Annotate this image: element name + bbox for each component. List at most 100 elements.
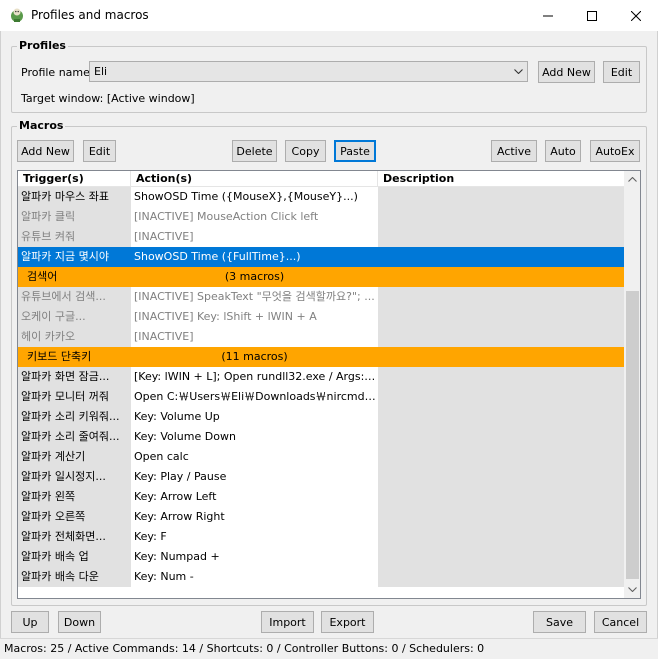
description-cell <box>378 327 624 347</box>
action-cell: [INACTIVE] SpeakText "무엇을 검색할까요?"; ... <box>134 290 375 303</box>
table-row[interactable]: 알파카 계산기 Open calc <box>18 447 624 467</box>
column-header-description[interactable]: Description <box>378 171 624 187</box>
profiles-group-label: Profiles <box>17 39 68 52</box>
save-button[interactable]: Save <box>533 611 586 633</box>
table-row[interactable]: 알파카 일시정지... Key: Play / Pause <box>18 467 624 487</box>
trigger-cell: 알파카 전체화면... <box>18 527 131 547</box>
description-cell <box>378 207 624 227</box>
macro-list-header: Trigger(s) Action(s) Description <box>18 171 624 187</box>
action-cell: [INACTIVE] MouseAction Click left <box>134 210 319 223</box>
vertical-scrollbar[interactable] <box>624 171 640 598</box>
maximize-button[interactable] <box>570 0 614 31</box>
app-icon <box>9 7 25 23</box>
trigger-cell: 알파카 마우스 좌표 <box>18 187 131 207</box>
profile-edit-button[interactable]: Edit <box>603 61 640 83</box>
move-down-button[interactable]: Down <box>58 611 101 633</box>
profile-name-label: Profile name <box>21 66 90 79</box>
action-cell: Open C:￦Users￦Eli￦Downloads￦nircmd-x64..… <box>134 390 378 403</box>
trigger-cell: 헤이 카카오 <box>18 327 131 347</box>
trigger-cell: 알파카 오른쪽 <box>18 507 131 527</box>
close-icon <box>631 10 641 21</box>
scroll-up-icon[interactable] <box>624 171 640 188</box>
macro-autoex-button[interactable]: AutoEx <box>590 140 640 162</box>
table-row[interactable]: 알파카 모니터 꺼줘 Open C:￦Users￦Eli￦Downloads￦ni… <box>18 387 624 407</box>
close-button[interactable] <box>614 0 658 31</box>
macro-copy-button[interactable]: Copy <box>285 140 326 162</box>
trigger-cell: 알파카 일시정지... <box>18 467 131 487</box>
description-cell <box>378 527 624 547</box>
table-row[interactable]: 알파카 전체화면... Key: F <box>18 527 624 547</box>
action-cell: Key: Arrow Right <box>134 510 225 523</box>
macro-delete-button[interactable]: Delete <box>232 140 277 162</box>
table-row[interactable]: 유튜브 켜줘 [INACTIVE] <box>18 227 624 247</box>
description-cell <box>378 487 624 507</box>
trigger-cell: 검색어 <box>27 270 58 283</box>
table-row[interactable]: 알파카 오른쪽 Key: Arrow Right <box>18 507 624 527</box>
chevron-down-icon <box>509 62 527 81</box>
title-bar: Profiles and macros <box>0 0 658 31</box>
table-row[interactable]: 알파카 배속 다운 Key: Num - <box>18 567 624 587</box>
macro-add-new-button[interactable]: Add New <box>17 140 74 162</box>
table-row[interactable]: 오케이 구글... [INACTIVE] Key: lShift + lWIN +… <box>18 307 624 327</box>
action-cell: [Key: lWIN + L]; Open rundll32.exe / Arg… <box>134 370 378 383</box>
macro-group-row[interactable]: 키보드 단축키 (11 macros) <box>18 347 624 367</box>
trigger-cell: 알파카 소리 키워줘... <box>18 407 131 427</box>
action-cell: Key: Volume Down <box>134 430 236 443</box>
action-cell: [INACTIVE] <box>134 330 194 343</box>
description-cell <box>378 247 624 267</box>
action-cell: Key: Numpad + <box>134 550 220 563</box>
macro-auto-button[interactable]: Auto <box>545 140 581 162</box>
macro-active-button[interactable]: Active <box>491 140 537 162</box>
scrollbar-thumb[interactable] <box>626 291 639 579</box>
action-cell: Key: Volume Up <box>134 410 220 423</box>
description-cell <box>378 447 624 467</box>
column-header-triggers[interactable]: Trigger(s) <box>18 171 131 187</box>
description-cell <box>378 347 624 367</box>
action-cell: [INACTIVE] <box>134 230 194 243</box>
table-row[interactable]: 알파카 지금 몇시야 ShowOSD Time ({FullTime}...) <box>18 247 624 267</box>
import-button[interactable]: Import <box>261 611 314 633</box>
action-cell: Key: Arrow Left <box>134 490 217 503</box>
profile-add-new-button[interactable]: Add New <box>538 61 595 83</box>
table-row[interactable]: 알파카 배속 업 Key: Numpad + <box>18 547 624 567</box>
profile-select-value: Eli <box>94 65 108 78</box>
description-cell <box>378 367 624 387</box>
minimize-icon <box>543 15 553 16</box>
macro-edit-button[interactable]: Edit <box>83 140 116 162</box>
description-cell <box>378 407 624 427</box>
scroll-down-icon[interactable] <box>624 581 640 598</box>
table-row[interactable]: 알파카 왼쪽 Key: Arrow Left <box>18 487 624 507</box>
trigger-cell: 알파카 클릭 <box>18 207 131 227</box>
cancel-button[interactable]: Cancel <box>594 611 647 633</box>
macro-list[interactable]: Trigger(s) Action(s) Description 알파카 마우스… <box>17 170 641 599</box>
table-row[interactable]: 헤이 카카오 [INACTIVE] <box>18 327 624 347</box>
column-header-actions[interactable]: Action(s) <box>131 171 378 187</box>
trigger-cell: 알파카 배속 업 <box>18 547 131 567</box>
move-up-button[interactable]: Up <box>11 611 49 633</box>
table-row[interactable]: 알파카 마우스 좌표 ShowOSD Time ({MouseX},{MouseY… <box>18 187 624 207</box>
description-cell <box>378 507 624 527</box>
action-cell: ShowOSD Time ({MouseX},{MouseY}...) <box>134 190 358 203</box>
table-row[interactable]: 알파카 화면 잠금... [Key: lWIN + L]; Open rundll… <box>18 367 624 387</box>
table-row[interactable]: 알파카 소리 키워줘... Key: Volume Up <box>18 407 624 427</box>
macro-paste-button[interactable]: Paste <box>334 140 376 162</box>
trigger-cell: 알파카 소리 줄여줘... <box>18 427 131 447</box>
action-cell: (3 macros) <box>224 270 285 283</box>
trigger-cell: 알파카 배속 다운 <box>18 567 131 587</box>
table-row[interactable]: 유튜브에서 검색... [INACTIVE] SpeakText "무엇을 검색할… <box>18 287 624 307</box>
macro-group-row[interactable]: 검색어 (3 macros) <box>18 267 624 287</box>
trigger-cell: 알파카 모니터 꺼줘 <box>18 387 131 407</box>
action-cell: Open calc <box>134 450 189 463</box>
minimize-button[interactable] <box>526 0 570 31</box>
action-cell: ShowOSD Time ({FullTime}...) <box>131 247 378 267</box>
macro-list-rows: 알파카 마우스 좌표 ShowOSD Time ({MouseX},{MouseY… <box>18 187 624 587</box>
table-row[interactable]: 알파카 클릭 [INACTIVE] MouseAction Click left <box>18 207 624 227</box>
action-cell: [INACTIVE] Key: lShift + lWIN + A <box>134 310 317 323</box>
table-row[interactable]: 알파카 소리 줄여줘... Key: Volume Down <box>18 427 624 447</box>
trigger-cell: 알파카 지금 몇시야 <box>18 247 131 267</box>
trigger-cell: 키보드 단축키 <box>27 350 92 363</box>
trigger-cell: 알파카 왼쪽 <box>18 487 131 507</box>
description-cell <box>378 307 624 327</box>
export-button[interactable]: Export <box>321 611 374 633</box>
profile-select[interactable]: Eli <box>89 61 528 82</box>
